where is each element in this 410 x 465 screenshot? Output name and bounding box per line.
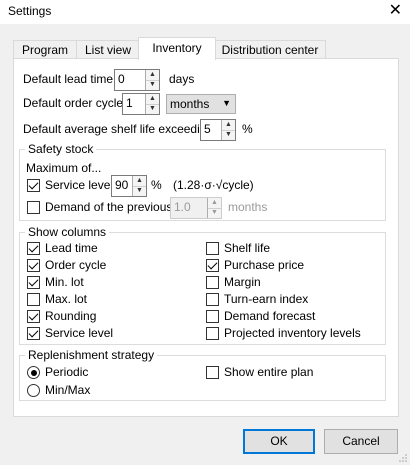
show-entire-plan-label: Show entire plan	[224, 365, 314, 379]
col-rounding-label: Rounding	[45, 309, 97, 323]
shelf-life-value: 5	[204, 122, 211, 136]
lead-time-value: 0	[118, 72, 125, 86]
col-service-level-checkbox[interactable]	[27, 327, 40, 340]
service-level-value: 90	[115, 178, 129, 192]
close-icon[interactable]: ✕	[389, 1, 402, 21]
col-max-lot-label: Max. lot	[45, 292, 88, 306]
periodic-radio[interactable]	[27, 366, 40, 379]
minmax-radio[interactable]	[27, 384, 40, 397]
order-cycle-label: Default order cycle	[23, 96, 124, 110]
shelf-life-stepper[interactable]: 5 ▲ ▼	[200, 119, 236, 141]
col-min-lot-label: Min. lot	[45, 275, 84, 289]
col-projected-inventory-label: Projected inventory levels	[224, 326, 361, 340]
lead-time-stepper[interactable]: 0 ▲ ▼	[114, 69, 160, 91]
service-level-unit: %	[151, 178, 162, 192]
col-min-lot-checkbox[interactable]	[27, 276, 40, 289]
demand-previous-label: Demand of the previous	[45, 200, 173, 214]
col-margin-checkbox[interactable]	[206, 276, 219, 289]
show-columns-group: Show columns Lead time Order cycle Min. …	[19, 225, 386, 345]
settings-dialog: Settings ✕ Program List view Inventory D…	[0, 0, 410, 465]
demand-previous-checkbox[interactable]	[27, 201, 40, 214]
service-level-label: Service level	[45, 178, 114, 192]
col-order-cycle-label: Order cycle	[45, 258, 107, 272]
col-purchase-price-label: Purchase price	[224, 258, 305, 272]
spin-down-icon[interactable]: ▼	[146, 104, 159, 114]
col-rounding-checkbox[interactable]	[27, 310, 40, 323]
shelf-life-label: Default average shelf life exceeding	[23, 122, 214, 136]
col-max-lot-checkbox[interactable]	[27, 293, 40, 306]
spin-down-icon[interactable]: ▼	[222, 130, 235, 140]
tab-list-view[interactable]: List view	[76, 40, 140, 59]
window-title: Settings	[8, 4, 52, 18]
inventory-panel: Default lead time 0 ▲ ▼ days Default ord…	[13, 58, 399, 417]
resize-grip-icon[interactable]	[398, 453, 408, 463]
shelf-life-unit: %	[242, 122, 253, 136]
order-cycle-value: 1	[126, 96, 133, 110]
lead-time-unit: days	[169, 72, 195, 86]
replenishment-group: Replenishment strategy Periodic Min/Max …	[19, 348, 386, 401]
minmax-label: Min/Max	[45, 383, 91, 397]
lead-time-label: Default lead time	[23, 72, 114, 86]
demand-previous-unit: months	[228, 200, 268, 214]
col-projected-inventory-checkbox[interactable]	[206, 327, 219, 340]
order-cycle-stepper[interactable]: 1 ▲ ▼	[122, 93, 160, 115]
demand-previous-value: 1.0	[174, 200, 191, 214]
tab-distribution-center[interactable]: Distribution center	[214, 40, 326, 59]
chevron-down-icon: ▼	[222, 98, 231, 108]
col-service-level-label: Service level	[45, 326, 114, 340]
col-lead-time-checkbox[interactable]	[27, 242, 40, 255]
periodic-label: Periodic	[45, 365, 89, 379]
col-lead-time-label: Lead time	[45, 241, 98, 255]
col-margin-label: Margin	[224, 275, 261, 289]
col-shelf-life-checkbox[interactable]	[206, 242, 219, 255]
tab-bar: Program List view Inventory Distribution…	[13, 37, 397, 60]
replenishment-title: Replenishment strategy	[25, 348, 158, 362]
safety-stock-group: Safety stock Maximum of... Service level…	[19, 142, 386, 221]
maximum-of-label: Maximum of...	[26, 161, 102, 175]
service-level-stepper[interactable]: 90 ▲ ▼	[111, 175, 147, 197]
col-demand-forecast-checkbox[interactable]	[206, 310, 219, 323]
order-cycle-unit-select[interactable]: months ▼	[166, 94, 236, 114]
cancel-button[interactable]: Cancel	[324, 429, 398, 454]
tab-inventory[interactable]: Inventory	[138, 37, 216, 60]
spin-down-icon[interactable]: ▼	[208, 208, 221, 218]
show-columns-title: Show columns	[25, 225, 110, 239]
spin-down-icon[interactable]: ▼	[133, 186, 146, 196]
ok-button[interactable]: OK	[243, 429, 315, 454]
spin-down-icon[interactable]: ▼	[146, 80, 159, 90]
col-turn-earn-checkbox[interactable]	[206, 293, 219, 306]
service-level-formula: (1.28·σ·√cycle)	[173, 178, 254, 192]
col-purchase-price-checkbox[interactable]	[206, 259, 219, 272]
order-cycle-unit-value: months	[170, 97, 210, 111]
col-demand-forecast-label: Demand forecast	[224, 309, 316, 323]
col-turn-earn-label: Turn-earn index	[224, 292, 309, 306]
tab-program[interactable]: Program	[13, 40, 77, 59]
safety-stock-title: Safety stock	[25, 142, 97, 156]
demand-previous-stepper[interactable]: 1.0 ▲ ▼	[170, 197, 222, 219]
service-level-checkbox[interactable]	[27, 179, 40, 192]
title-bar: Settings ✕	[0, 0, 410, 24]
col-shelf-life-label: Shelf life	[224, 241, 271, 255]
show-entire-plan-checkbox[interactable]	[206, 366, 219, 379]
col-order-cycle-checkbox[interactable]	[27, 259, 40, 272]
